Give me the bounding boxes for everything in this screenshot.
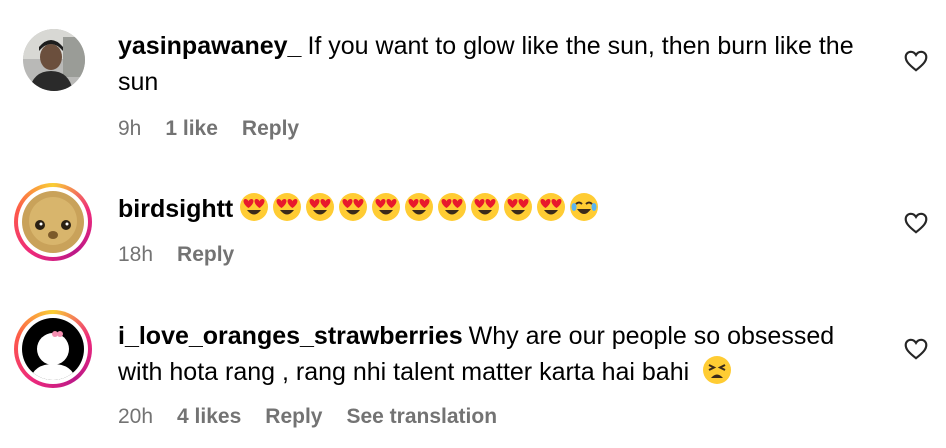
- heart-eyes-emoji-icon: [405, 193, 434, 221]
- emoji-row: [239, 193, 602, 223]
- comment-body: Why are our people so obsessed: [468, 322, 835, 350]
- comment-likes[interactable]: 1 like: [165, 117, 218, 141]
- heart-outline-icon[interactable]: [903, 210, 929, 236]
- comment-username[interactable]: birdsightt: [118, 195, 233, 223]
- comment-meta: 18h Reply: [118, 243, 234, 267]
- heart-outline-icon[interactable]: [903, 48, 929, 74]
- heart-eyes-emoji-icon: [372, 193, 401, 221]
- comment-body: with hota rang , rang nhi talent matter …: [118, 358, 690, 386]
- avatar[interactable]: [14, 183, 92, 261]
- reply-button[interactable]: Reply: [265, 405, 322, 429]
- comment-meta: 20h 4 likes Reply See translation: [118, 405, 497, 429]
- heart-eyes-emoji-icon: [438, 193, 467, 221]
- avatar[interactable]: [18, 24, 90, 96]
- heart-eyes-emoji-icon: [504, 193, 533, 221]
- see-translation-link[interactable]: See translation: [346, 405, 497, 429]
- comment-username[interactable]: i_love_oranges_strawberries: [118, 322, 463, 350]
- avatar-photo: [22, 191, 84, 253]
- comment-likes[interactable]: 4 likes: [177, 405, 241, 429]
- comment-time: 20h: [118, 405, 154, 428]
- heart-eyes-emoji-icon: [339, 193, 368, 221]
- heart-outline-icon[interactable]: [903, 336, 929, 362]
- avatar-photo: [23, 29, 85, 91]
- reply-button[interactable]: Reply: [177, 243, 234, 267]
- tired-face-emoji-icon: [703, 356, 732, 384]
- comment-time: 18h: [118, 243, 154, 266]
- heart-eyes-emoji-icon: [537, 193, 566, 221]
- comment-text: birdsightt: [118, 191, 878, 227]
- avatar[interactable]: [14, 310, 92, 388]
- comment-text: yasinpawaney_ If you want to glow like th…: [118, 28, 878, 100]
- comment-text: i_love_oranges_strawberries Why are our p…: [118, 318, 878, 390]
- comment-time: 9h: [118, 117, 142, 140]
- avatar-photo: [22, 318, 84, 380]
- tears-of-joy-emoji-icon: [570, 193, 599, 221]
- comment-meta: 9h 1 like Reply: [118, 117, 299, 141]
- heart-eyes-emoji-icon: [306, 193, 335, 221]
- reply-button[interactable]: Reply: [242, 117, 299, 141]
- heart-eyes-emoji-icon: [240, 193, 269, 221]
- comment-username[interactable]: yasinpawaney_: [118, 32, 301, 60]
- heart-eyes-emoji-icon: [273, 193, 302, 221]
- heart-eyes-emoji-icon: [471, 193, 500, 221]
